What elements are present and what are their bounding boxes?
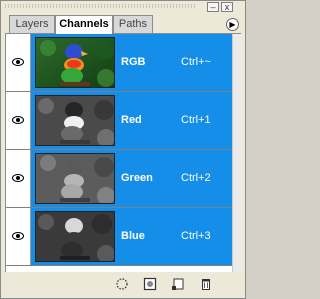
tab-channels[interactable]: Channels	[55, 15, 113, 34]
panel-titlebar[interactable]: – x	[1, 1, 245, 12]
eye-icon	[12, 58, 24, 66]
channel-thumbnail	[35, 153, 115, 204]
tab-layers[interactable]: Layers	[9, 15, 55, 33]
visibility-toggle[interactable]	[6, 92, 31, 149]
channel-name: Blue	[121, 230, 145, 242]
scrollbar[interactable]	[232, 34, 242, 272]
new-channel-icon[interactable]	[171, 277, 185, 291]
channels-panel: – x Layers Channels Paths ▶ RGB Ctrl+~ R…	[0, 0, 246, 299]
visibility-toggle[interactable]	[6, 34, 31, 91]
panel-menu-arrow-icon[interactable]: ▶	[226, 18, 239, 31]
channel-thumbnail	[35, 37, 115, 88]
channel-name: Red	[121, 114, 142, 126]
channel-row-rgb[interactable]: RGB Ctrl+~	[6, 34, 232, 92]
drag-grip[interactable]	[5, 4, 195, 8]
panel-bottom-toolbar	[5, 272, 241, 296]
channel-row-green[interactable]: Green Ctrl+2	[6, 150, 232, 208]
save-selection-as-channel-icon[interactable]	[143, 277, 157, 291]
channel-thumbnail	[35, 211, 115, 262]
minimize-button[interactable]: –	[207, 2, 219, 12]
visibility-toggle[interactable]	[6, 208, 31, 265]
close-button[interactable]: x	[221, 2, 233, 12]
channel-thumbnail	[35, 95, 115, 146]
channel-shortcut: Ctrl+3	[181, 230, 211, 242]
eye-icon	[12, 116, 24, 124]
load-channel-as-selection-icon[interactable]	[115, 277, 129, 291]
visibility-toggle[interactable]	[6, 150, 31, 207]
channel-shortcut: Ctrl+1	[181, 114, 211, 126]
channel-row-blue[interactable]: Blue Ctrl+3	[6, 208, 232, 266]
channel-shortcut: Ctrl+2	[181, 172, 211, 184]
delete-channel-icon[interactable]	[199, 277, 213, 291]
channel-list: RGB Ctrl+~ Red Ctrl+1 Green Ctrl+2 Blue …	[5, 34, 232, 272]
eye-icon	[12, 174, 24, 182]
channel-shortcut: Ctrl+~	[181, 56, 211, 68]
channel-row-red[interactable]: Red Ctrl+1	[6, 92, 232, 150]
tab-paths[interactable]: Paths	[113, 15, 153, 33]
eye-icon	[12, 232, 24, 240]
channel-name: Green	[121, 172, 153, 184]
channel-name: RGB	[121, 56, 146, 68]
